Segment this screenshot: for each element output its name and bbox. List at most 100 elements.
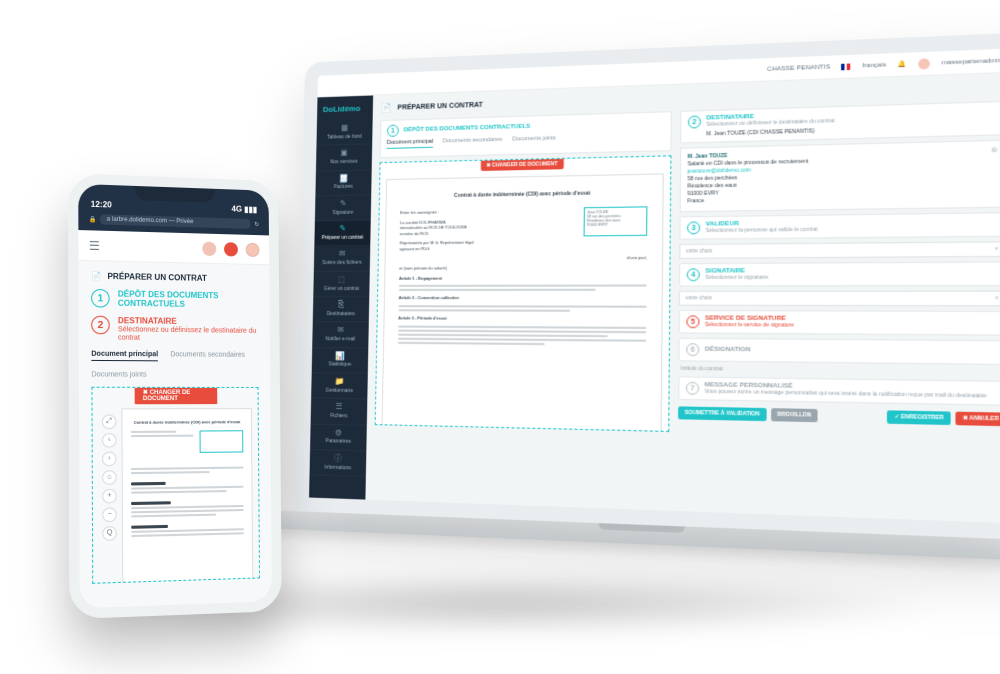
user-name[interactable]: massepartenadmin	[942, 57, 1000, 66]
step-2: 2 DESTINATAIRE Sélectionnez ou définisse…	[680, 101, 1000, 144]
step-1-title: DÉPÔT DES DOCUMENTS CONTRACTUELS	[404, 124, 531, 134]
alert-dot-icon[interactable]	[224, 242, 238, 256]
sidebar-item-stats[interactable]: 📊Statistique	[312, 348, 369, 374]
document-dropzone[interactable]: ✖ CHANGER DE DOCUMENT Contrat à durée in…	[375, 155, 672, 432]
phone-mockup: 12:20 4G ▮▮▮ 🔒 a larbre.dolidemo.com — P…	[68, 173, 282, 619]
tab-attachments[interactable]: Documents joints	[512, 135, 555, 145]
document-dropzone[interactable]: ✖ CHANGER DE DOCUMENT ⤢ ‹ › ⌂ + − Q Cont…	[91, 386, 260, 583]
tab-main-doc[interactable]: Document principal	[91, 350, 158, 361]
tab-attachments[interactable]: Documents joints	[91, 371, 258, 379]
lock-icon: 🔒	[89, 215, 97, 222]
language-label[interactable]: français	[862, 62, 886, 69]
step-7-badge: 7	[686, 382, 699, 395]
step-4: 4 SIGNATAIRE Sélectionnez le signataire	[679, 261, 1000, 286]
search-icon[interactable]: Q	[102, 526, 117, 541]
page-title: 📄 PRÉPARER UN CONTRAT	[91, 271, 258, 284]
brand-logo[interactable]: DoLidémo	[317, 95, 373, 121]
notif-dot-icon[interactable]	[202, 241, 216, 255]
step-1-badge: 1	[387, 125, 399, 137]
copy-icon: ⎘	[317, 301, 365, 310]
sidebar-item-prepare[interactable]: ✎Préparer un contrat	[314, 221, 370, 247]
sidebar-item-info[interactable]: ⓘInformations	[310, 450, 367, 477]
step-6-title: DÉSIGNATION	[705, 347, 751, 354]
url-text: a larbre.dolidemo.com — Privée	[101, 214, 251, 229]
prev-page-icon[interactable]: ‹	[102, 433, 117, 448]
list-icon: ☰	[315, 403, 364, 413]
box-icon: ⬚	[317, 276, 365, 285]
sidebar-item-services[interactable]: ▣Nos services	[316, 145, 372, 172]
hamburger-icon[interactable]: ☰	[89, 238, 100, 253]
avatar[interactable]	[918, 58, 930, 69]
sidebar-item-invoices[interactable]: 🧾Factures	[315, 170, 371, 196]
step-3: 3 VALIDEUR Sélectionnez la personne qui …	[679, 212, 1000, 240]
close-icon[interactable]: ⊗	[991, 145, 998, 156]
main-area: 📄 PRÉPARER UN CONTRAT 1 DÉPÔT DES DOCUME…	[365, 73, 1000, 524]
step-1-badge: 1	[91, 289, 110, 308]
sidebar-item-notify[interactable]: ✉Notifier e-mail	[312, 322, 369, 348]
phone-content: 📄 PRÉPARER UN CONTRAT 1 DÉPÔT DES DOCUME…	[79, 261, 272, 594]
step-2-badge: 2	[688, 116, 701, 129]
reload-icon[interactable]: ↻	[254, 221, 259, 228]
document-preview: Contrat à durée indéterminée (CDI) avec …	[121, 408, 253, 584]
flag-icon	[842, 63, 851, 70]
step-6-badge: 6	[686, 343, 699, 356]
step-5-badge: 5	[686, 315, 699, 328]
sidebar-item-filemgr[interactable]: 📁Gestionnaire	[311, 373, 368, 400]
sidebar-item-settings[interactable]: ⚙Paramètres	[310, 424, 367, 451]
zoom-out-icon[interactable]: −	[102, 507, 117, 522]
step-7: 7 MESSAGE PERSONNALISÉ Vous pouvez écrir…	[678, 376, 1000, 405]
draft-button[interactable]: BROUILLON	[771, 408, 818, 422]
tab-main-doc[interactable]: Document principal	[387, 139, 433, 149]
invoice-icon: 🧾	[319, 174, 367, 184]
left-column: 1 DÉPÔT DES DOCUMENTS CONTRACTUELS Docum…	[375, 111, 672, 432]
laptop-screen: CHASSE PENANTIS français 🔔 massepartenad…	[295, 32, 1000, 540]
document-preview: Contrat à durée indéterminée (CDI) avec …	[382, 173, 664, 432]
pen-icon: ✎	[319, 199, 367, 209]
sidebar-item-track[interactable]: ✉Suivre des fichiers	[314, 246, 370, 272]
signature-placeholder[interactable]	[200, 430, 244, 453]
submit-button[interactable]: SOUMETTRE À VALIDATION	[678, 406, 766, 421]
fullscreen-icon[interactable]: ⤢	[102, 414, 116, 429]
action-bar: SOUMETTRE À VALIDATION BROUILLON ✓ ENREG…	[678, 406, 1000, 426]
sidebar-item-signature[interactable]: ✎Signature	[315, 195, 371, 221]
step-2-sub: Sélectionnez ou définissez le destinatai…	[118, 326, 258, 344]
step-6: 6 DÉSIGNATION	[679, 338, 1000, 365]
tab-secondary-docs[interactable]: Documents secondaires	[170, 351, 245, 362]
doc-tabs: Document principal Documents secondaires	[91, 350, 258, 361]
step-1: 1 DÉPÔT DES DOCUMENTS CONTRACTUELS Docum…	[380, 111, 672, 158]
pdf-toolbar: ⤢ ‹ › ⌂ + − Q	[102, 414, 117, 540]
services-icon: ▣	[320, 149, 368, 159]
document-icon: 📄	[381, 103, 392, 114]
step-2: 2 DESTINATAIRE Sélectionnez ou définisse…	[91, 316, 258, 344]
sidebar-item-files[interactable]: ☰Fichiers	[311, 399, 368, 426]
gear-icon: ⚙	[314, 428, 363, 438]
sidebar-item-manage[interactable]: ⬚Gérer un contrat	[313, 272, 369, 298]
cancel-button[interactable]: ✖ ANNULER	[956, 412, 1000, 427]
sidebar-item-recipients[interactable]: ⎘Destinataires	[313, 297, 370, 323]
sidebar-item-dashboard[interactable]: ▦Tableau de bord	[316, 119, 372, 146]
zoom-in-icon[interactable]: +	[102, 488, 117, 503]
step-1: 1 DÉPÔT DES DOCUMENTS CONTRACTUELS	[91, 289, 258, 310]
edit-icon: ✎	[318, 225, 366, 234]
change-document-button[interactable]: ✖ CHANGER DE DOCUMENT	[480, 159, 564, 171]
chart-icon: 📊	[316, 352, 365, 361]
recipient-card: ⊗ M. Jean TOUZE Salarié en CDI dans le p…	[680, 140, 1000, 212]
signature-placeholder[interactable]: Jean TOUZE 58 rue des perchées Résidence…	[584, 206, 648, 236]
dashboard-icon: ▦	[321, 123, 369, 133]
signatory-select[interactable]: votre choix	[679, 291, 1000, 307]
save-button[interactable]: ✓ ENREGISTRER	[887, 410, 950, 425]
envelope-icon: ✉	[316, 326, 365, 335]
notification-icon[interactable]: 🔔	[898, 60, 907, 68]
mail-icon: ✉	[318, 250, 366, 259]
tab-secondary-docs[interactable]: Documents secondaires	[443, 137, 502, 148]
folder-icon: 📁	[315, 377, 364, 387]
change-document-button[interactable]: ✖ CHANGER DE DOCUMENT	[135, 386, 218, 403]
avatar[interactable]	[246, 242, 260, 256]
network-label: 4G ▮▮▮	[232, 204, 258, 214]
laptop-mockup: CHASSE PENANTIS français 🔔 massepartenad…	[295, 32, 1000, 561]
validator-select[interactable]: votre choix	[679, 241, 1000, 259]
home-icon[interactable]: ⌂	[102, 470, 117, 485]
next-page-icon[interactable]: ›	[102, 451, 117, 466]
step-1-title: DÉPÔT DES DOCUMENTS CONTRACTUELS	[118, 289, 258, 310]
phone-app-topbar: ☰	[78, 230, 269, 265]
